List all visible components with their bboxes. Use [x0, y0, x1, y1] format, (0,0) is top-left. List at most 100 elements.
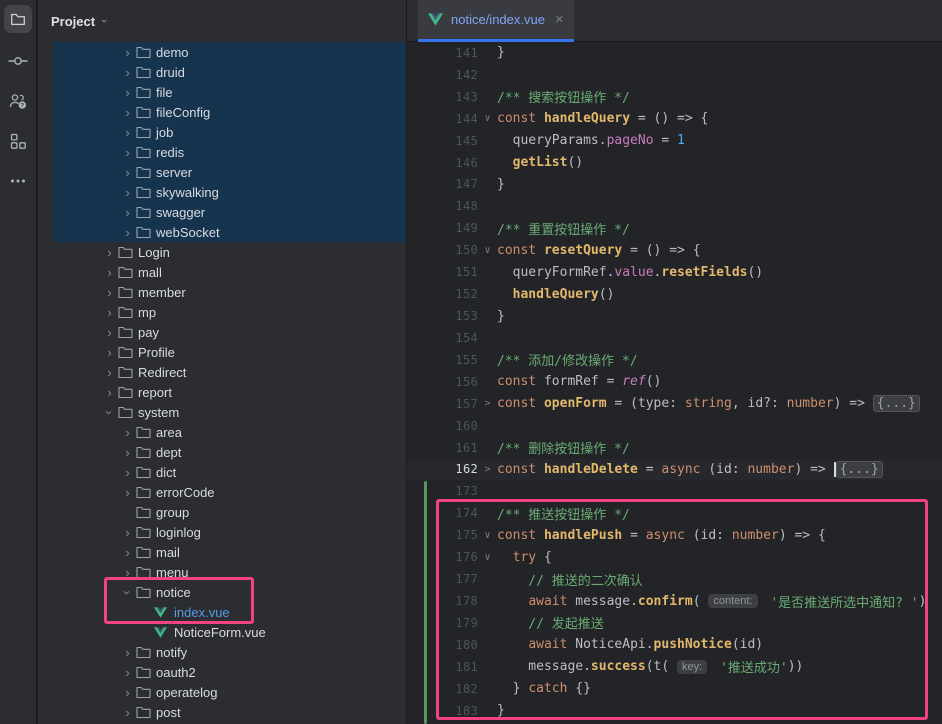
code-line-181[interactable]: 181 message.success(t( key: '推送成功')): [407, 656, 942, 678]
line-number[interactable]: 144: [407, 112, 478, 126]
chevron-right-icon[interactable]: ›: [119, 666, 136, 679]
fold-expanded-icon[interactable]: ∨: [478, 552, 497, 563]
line-number[interactable]: 162: [407, 462, 478, 476]
tree-item-swagger[interactable]: ›swagger: [38, 202, 406, 222]
line-number[interactable]: 150: [407, 243, 478, 257]
code-line-183[interactable]: 183}: [407, 700, 942, 722]
chevron-right-icon[interactable]: ›: [119, 546, 136, 559]
chevron-right-icon[interactable]: ›: [119, 126, 136, 139]
users-help-icon[interactable]: ?: [8, 91, 28, 111]
chevron-right-icon[interactable]: ›: [119, 486, 136, 499]
chevron-right-icon[interactable]: ›: [119, 66, 136, 79]
tree-item-index.vue[interactable]: index.vue: [38, 602, 406, 622]
line-number[interactable]: 157: [407, 397, 478, 411]
line-number[interactable]: 145: [407, 134, 478, 148]
tree-item-fileConfig[interactable]: ›fileConfig: [38, 102, 406, 122]
chevron-right-icon[interactable]: ›: [119, 86, 136, 99]
chevron-right-icon[interactable]: ›: [119, 106, 136, 119]
line-number[interactable]: 176: [407, 550, 478, 564]
commit-icon[interactable]: [8, 51, 28, 71]
chevron-down-icon[interactable]: ›: [121, 584, 134, 601]
line-number[interactable]: 173: [407, 484, 478, 498]
code-line-156[interactable]: 156const formRef = ref(): [407, 371, 942, 393]
tree-item-file[interactable]: ›file: [38, 82, 406, 102]
line-number[interactable]: 155: [407, 353, 478, 367]
structure-icon[interactable]: [8, 131, 28, 151]
code-line-141[interactable]: 141}: [407, 42, 942, 64]
code-line-153[interactable]: 153}: [407, 305, 942, 327]
fold-collapsed-icon[interactable]: >: [478, 464, 497, 475]
project-panel-header[interactable]: Project ›: [38, 0, 406, 42]
tree-item-area[interactable]: ›area: [38, 422, 406, 442]
tree-item-group[interactable]: group: [38, 502, 406, 522]
fold-expanded-icon[interactable]: ∨: [478, 245, 497, 256]
line-number[interactable]: 143: [407, 90, 478, 104]
tree-item-NoticeForm.vue[interactable]: NoticeForm.vue: [38, 622, 406, 642]
code-line-176[interactable]: 176∨ try {: [407, 546, 942, 568]
tab-close-icon[interactable]: ×: [555, 12, 564, 27]
chevron-right-icon[interactable]: ›: [119, 426, 136, 439]
chevron-right-icon[interactable]: ›: [119, 146, 136, 159]
chevron-right-icon[interactable]: ›: [119, 186, 136, 199]
line-number[interactable]: 178: [407, 594, 478, 608]
code-line-178[interactable]: 178 await message.confirm( content: '是否推…: [407, 590, 942, 612]
chevron-right-icon[interactable]: ›: [119, 686, 136, 699]
code-line-143[interactable]: 143/** 搜索按钮操作 */: [407, 86, 942, 108]
code-line-150[interactable]: 150∨const resetQuery = () => {: [407, 239, 942, 261]
tree-item-druid[interactable]: ›druid: [38, 62, 406, 82]
chevron-down-icon[interactable]: ›: [103, 404, 116, 421]
line-number[interactable]: 177: [407, 572, 478, 586]
line-number[interactable]: 142: [407, 68, 478, 82]
line-number[interactable]: 183: [407, 704, 478, 718]
tree-item-pay[interactable]: ›pay: [38, 322, 406, 342]
code-line-142[interactable]: 142: [407, 64, 942, 86]
chevron-right-icon[interactable]: ›: [119, 206, 136, 219]
code-line-145[interactable]: 145 queryParams.pageNo = 1: [407, 130, 942, 152]
chevron-right-icon[interactable]: ›: [119, 446, 136, 459]
fold-expanded-icon[interactable]: ∨: [478, 113, 497, 124]
line-number[interactable]: 153: [407, 309, 478, 323]
line-number[interactable]: 149: [407, 221, 478, 235]
tree-item-demo[interactable]: ›demo: [38, 42, 406, 62]
code-line-161[interactable]: 161/** 删除按钮操作 */: [407, 437, 942, 459]
code-line-155[interactable]: 155/** 添加/修改操作 */: [407, 349, 942, 371]
line-number[interactable]: 147: [407, 177, 478, 191]
tree-item-mail[interactable]: ›mail: [38, 542, 406, 562]
chevron-right-icon[interactable]: ›: [101, 286, 118, 299]
project-folder-icon[interactable]: [4, 5, 32, 33]
code-line-144[interactable]: 144∨const handleQuery = () => {: [407, 108, 942, 130]
tree-item-Login[interactable]: ›Login: [38, 242, 406, 262]
chevron-right-icon[interactable]: ›: [101, 266, 118, 279]
code-line-147[interactable]: 147}: [407, 174, 942, 196]
tree-item-post[interactable]: ›post: [38, 702, 406, 722]
tree-item-menu[interactable]: ›menu: [38, 562, 406, 582]
chevron-right-icon[interactable]: ›: [119, 226, 136, 239]
chevron-right-icon[interactable]: ›: [101, 326, 118, 339]
code-line-173[interactable]: 173: [407, 480, 942, 502]
tree-item-oauth2[interactable]: ›oauth2: [38, 662, 406, 682]
tree-item-skywalking[interactable]: ›skywalking: [38, 182, 406, 202]
chevron-right-icon[interactable]: ›: [101, 346, 118, 359]
code-line-157[interactable]: 157>const openForm = (type: string, id?:…: [407, 393, 942, 415]
tree-item-notice[interactable]: ›notice: [38, 582, 406, 602]
chevron-right-icon[interactable]: ›: [119, 566, 136, 579]
line-number[interactable]: 141: [407, 46, 478, 60]
code-line-152[interactable]: 152 handleQuery(): [407, 283, 942, 305]
line-number[interactable]: 161: [407, 441, 478, 455]
code-line-160[interactable]: 160: [407, 415, 942, 437]
code-line-162[interactable]: 162>const handleDelete = async (id: numb…: [407, 459, 942, 481]
code-line-177[interactable]: 177 // 推送的二次确认: [407, 568, 942, 590]
chevron-right-icon[interactable]: ›: [101, 246, 118, 259]
tree-item-loginlog[interactable]: ›loginlog: [38, 522, 406, 542]
tree-item-redis[interactable]: ›redis: [38, 142, 406, 162]
code-line-148[interactable]: 148: [407, 195, 942, 217]
tree-item-dept[interactable]: ›dept: [38, 442, 406, 462]
chevron-right-icon[interactable]: ›: [101, 386, 118, 399]
code-line-180[interactable]: 180 await NoticeApi.pushNotice(id): [407, 634, 942, 656]
fold-collapsed-icon[interactable]: >: [478, 398, 497, 409]
line-number[interactable]: 175: [407, 528, 478, 542]
more-icon[interactable]: [8, 171, 28, 191]
tree-item-system[interactable]: ›system: [38, 402, 406, 422]
line-number[interactable]: 152: [407, 287, 478, 301]
code-line-149[interactable]: 149/** 重置按钮操作 */: [407, 217, 942, 239]
